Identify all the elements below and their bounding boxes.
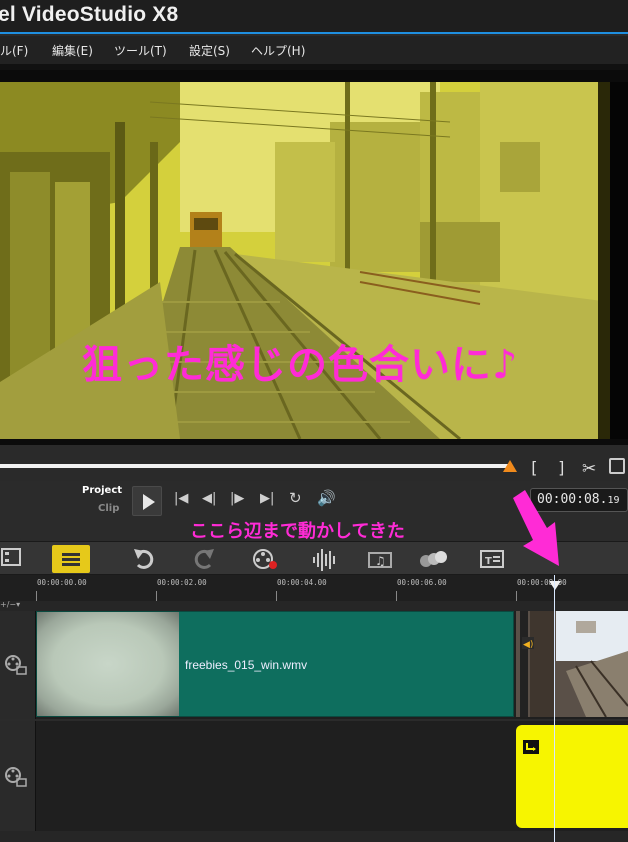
scrub-bar: [ ] ✂: [0, 445, 628, 481]
project-mode-toggle[interactable]: Project: [82, 485, 122, 496]
zoom-toggle-icon[interactable]: +/−▾: [0, 600, 20, 609]
svg-text:◀): ◀): [523, 640, 533, 650]
video-clip-2[interactable]: ◀): [516, 611, 628, 717]
app-window: el VideoStudio X8 ル(F) 編集(E) ツール(T) 設定(S…: [0, 0, 628, 842]
menu-settings[interactable]: 設定(S): [189, 42, 230, 59]
color-clip-yellow[interactable]: [516, 725, 628, 828]
track-gap: [0, 601, 628, 611]
track-bottom-gap: [0, 831, 628, 842]
film-strip-icon[interactable]: [0, 545, 30, 573]
mark-in-button[interactable]: [: [529, 458, 539, 477]
window-title: el VideoStudio X8: [0, 3, 179, 26]
scrub-handle[interactable]: [503, 460, 517, 472]
clip2-thumbnail: ◀): [516, 611, 628, 717]
clip-attribute-icon: [523, 740, 539, 754]
ruler-tick-label: 00:00:02.00: [157, 578, 207, 587]
record-capture-icon[interactable]: [250, 545, 280, 573]
ruler-tick: [36, 591, 37, 601]
preview-caption: 狙った感じの色合いに♪: [82, 342, 519, 388]
copy-icon[interactable]: [609, 458, 625, 474]
ruler-tick: [516, 591, 517, 601]
video-clip[interactable]: freebies_015_win.wmv: [36, 611, 514, 717]
ruler-tick: [156, 591, 157, 601]
ruler-playhead-marker[interactable]: [549, 581, 561, 590]
auto-music-icon[interactable]: ♫: [366, 545, 396, 573]
video-track-icon[interactable]: [3, 653, 29, 677]
overlay-track-header: [0, 721, 36, 831]
repeat-icon[interactable]: ↻: [289, 489, 302, 507]
ruler-tick-label: 00:00:04.00: [277, 578, 327, 587]
skip-start-icon[interactable]: |◀: [174, 491, 188, 506]
clip-name: freebies_015_win.wmv: [185, 658, 308, 672]
menu-edit[interactable]: 編集(E): [52, 42, 93, 59]
step-forward-icon[interactable]: |▶: [230, 491, 244, 506]
menu-tools[interactable]: ツール(T): [114, 42, 167, 59]
skip-end-icon[interactable]: ▶|: [260, 491, 274, 506]
play-button[interactable]: [132, 486, 162, 516]
menu-help[interactable]: ヘルプ(H): [251, 42, 305, 59]
svg-text:♫: ♫: [375, 554, 386, 568]
scrub-track[interactable]: [0, 464, 512, 468]
ruler-tick: [276, 591, 277, 601]
ruler-tick-label: 00:00:00.00: [37, 578, 87, 587]
clip-thumbnail: [37, 612, 179, 716]
scissor-icon[interactable]: ✂: [582, 459, 596, 479]
mark-out-button[interactable]: ]: [557, 458, 567, 477]
timecode-frames: 19: [607, 495, 620, 506]
ruler-tick-label: 00:00:06.00: [397, 578, 447, 587]
title-bar: el VideoStudio X8: [0, 0, 628, 34]
video-track-header: [0, 611, 36, 719]
timeline-view-icon[interactable]: [52, 545, 90, 573]
motion-track-icon[interactable]: [416, 545, 447, 573]
ruler-tick: [396, 591, 397, 601]
menu-file[interactable]: ル(F): [0, 42, 28, 59]
undo-icon[interactable]: [130, 545, 160, 573]
audio-waveform-icon[interactable]: [310, 545, 340, 573]
step-back-icon[interactable]: ◀|: [202, 491, 216, 506]
overlay-track-icon[interactable]: [3, 765, 29, 789]
annotation-label: ここら辺まで動かしてきた: [190, 521, 405, 542]
svg-text:T: T: [485, 556, 492, 567]
preview-border: [610, 82, 628, 439]
timeline-playhead[interactable]: [554, 575, 555, 842]
volume-icon[interactable]: 🔊: [317, 489, 336, 507]
timeline-ruler[interactable]: 00:00:00.00 00:00:02.00 00:00:04.00 00:0…: [0, 575, 628, 601]
annotation-arrow-icon: [513, 490, 559, 566]
clip-mode-toggle[interactable]: Clip: [98, 503, 119, 514]
preview-video[interactable]: 狙った感じの色合いに♪: [0, 82, 610, 439]
menu-bar: ル(F) 編集(E) ツール(T) 設定(S) ヘルプ(H): [0, 36, 628, 64]
redo-icon[interactable]: [190, 545, 220, 573]
title-subtitle-icon[interactable]: T: [478, 545, 508, 573]
